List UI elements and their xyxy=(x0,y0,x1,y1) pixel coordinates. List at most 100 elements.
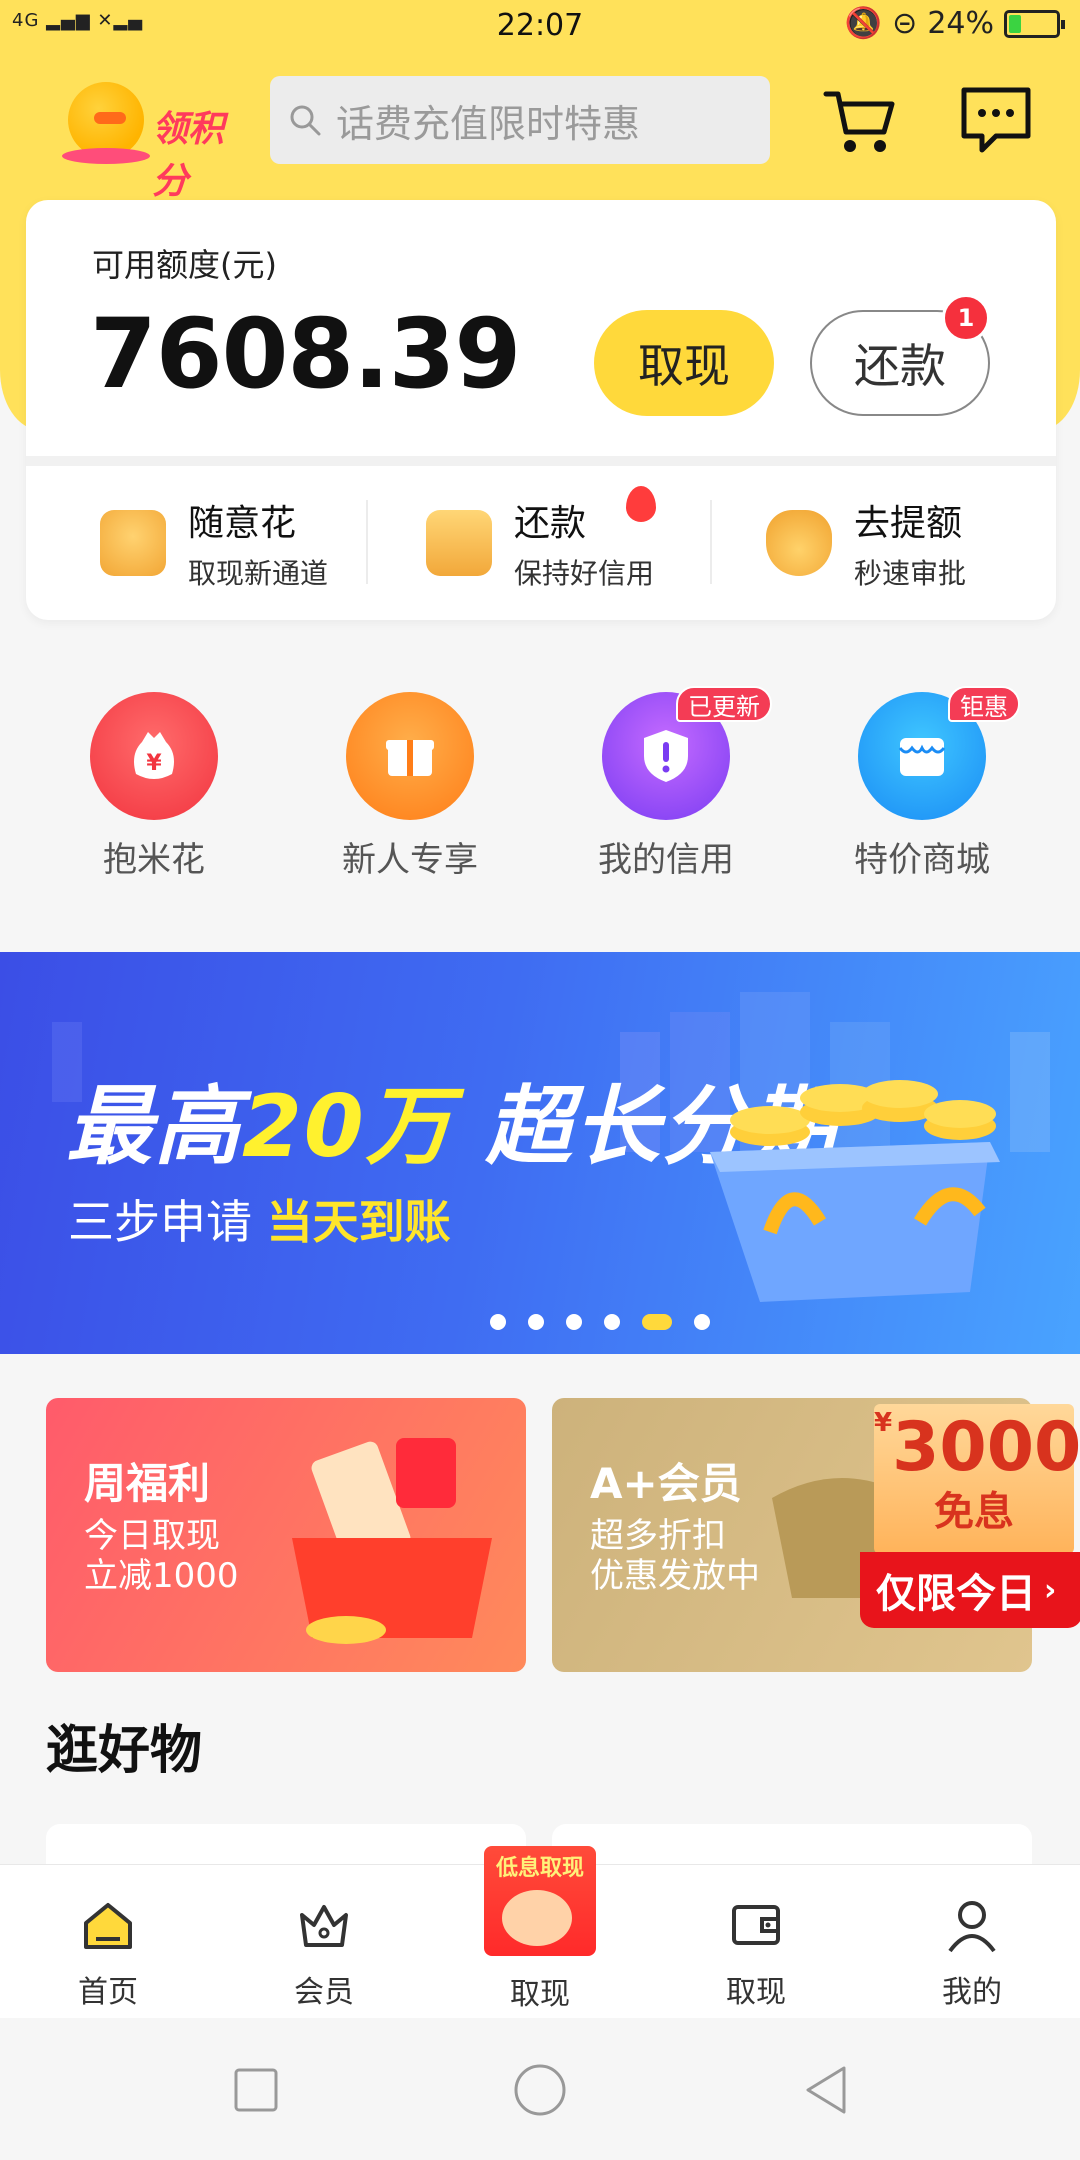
search-icon xyxy=(290,105,321,136)
low-interest-withdraw-promo[interactable]: 低息取现 xyxy=(484,1846,596,1956)
quick-action-subtitle: 取现新通道 xyxy=(188,557,329,590)
interest-free-floating-ad[interactable]: ¥3000 免息 仅限今日 › xyxy=(860,1404,1080,1634)
banner-title-highlight: 20万 xyxy=(242,1077,454,1177)
banner-subtitle: 三步申请 当天到账 xyxy=(68,1186,451,1252)
gold-coin-box-illustration xyxy=(710,1080,1000,1302)
feature-popcorn[interactable]: ¥ 抱米花 xyxy=(44,692,264,881)
battery-icon xyxy=(1004,9,1065,38)
tab-label: 会员 xyxy=(294,1975,354,2010)
tab-label: 首页 xyxy=(78,1975,138,2010)
lock-rotation-icon: ⊝ xyxy=(892,6,918,41)
tab-withdraw-center[interactable]: 取现 xyxy=(470,1961,610,2013)
page-dot[interactable] xyxy=(490,1314,506,1330)
banner-subtitle-highlight: 当天到账 xyxy=(266,1195,451,1249)
tab-label: 取现 xyxy=(510,1977,570,2012)
card-arrow-icon xyxy=(426,510,492,576)
ad-amount: ¥3000 xyxy=(874,1408,1080,1487)
promo-line: 立减1000 xyxy=(84,1556,239,1596)
user-icon xyxy=(948,1901,996,1953)
system-nav-bar xyxy=(0,2018,1080,2160)
promo-line: 优惠发放中 xyxy=(590,1556,760,1596)
mascot-icon xyxy=(502,1890,572,1946)
quick-action-raise-limit[interactable]: 去提额 秒速审批 xyxy=(766,468,966,618)
quick-action-flexible-spend[interactable]: 随意花 取现新通道 xyxy=(100,468,328,618)
page-dot[interactable] xyxy=(604,1314,620,1330)
home-icon xyxy=(84,1903,132,1949)
ad-amount-value: 3000 xyxy=(892,1408,1080,1487)
status-bar: 4G ▂▄▆ ✕▂▄ 22:07 🔕 ⊝ 24% xyxy=(0,0,1080,56)
home-button-icon[interactable] xyxy=(512,2062,568,2118)
search-placeholder: 话费充值限时特惠 xyxy=(336,101,641,146)
feature-mall[interactable]: 钜惠 特价商城 xyxy=(812,686,1032,881)
page-dot[interactable] xyxy=(566,1314,582,1330)
tab-withdraw[interactable]: 取现 xyxy=(686,1895,826,2011)
crown-icon xyxy=(300,1905,348,1947)
ad-currency: ¥ xyxy=(874,1408,893,1438)
loan-banner[interactable]: 最高20万 超长分期 三步申请 当天到账 xyxy=(0,952,1080,1354)
repay-badge: 1 xyxy=(942,294,990,342)
message-icon[interactable] xyxy=(956,82,1036,162)
feature-my-credit[interactable]: 已更新 我的信用 xyxy=(556,686,776,881)
ad-cta-label: 仅限今日 xyxy=(876,1571,1036,1617)
quick-action-subtitle: 秒速审批 xyxy=(854,557,967,590)
quick-action-repay[interactable]: 还款 保持好信用 xyxy=(426,468,654,618)
promo-desc: 超多折扣 优惠发放中 xyxy=(590,1516,760,1596)
gift-icon xyxy=(346,692,474,820)
cart-icon[interactable] xyxy=(820,82,900,162)
search-bar[interactable]: 话费充值限时特惠 xyxy=(270,76,770,164)
feature-label: 新人专享 xyxy=(342,840,478,880)
card-divider xyxy=(26,456,1056,466)
feature-newcomer[interactable]: 新人专享 xyxy=(300,692,520,881)
back-icon[interactable] xyxy=(798,2062,854,2118)
banner-title-prefix: 最高 xyxy=(66,1077,242,1177)
battery-percent: 24% xyxy=(927,6,994,41)
banner-subtitle-prefix: 三步申请 xyxy=(68,1195,252,1249)
available-credit-amount: 7608.39 xyxy=(90,298,521,410)
tab-mine[interactable]: 我的 xyxy=(902,1895,1042,2011)
money-bag-icon: ¥ xyxy=(90,692,218,820)
money-bag-icon xyxy=(766,510,832,576)
promo-line: 今日取现 xyxy=(84,1516,220,1556)
hand-coin-icon xyxy=(100,510,166,576)
quick-action-title: 随意花 xyxy=(188,503,297,544)
tab-label: 我的 xyxy=(942,1975,1002,2010)
hot-flame-icon xyxy=(626,486,656,522)
quick-divider xyxy=(366,500,368,584)
quick-action-subtitle: 保持好信用 xyxy=(514,557,655,590)
ad-text: 免息 xyxy=(934,1489,1014,1535)
discount-tag: 钜惠 xyxy=(948,686,1020,722)
svg-text:¥: ¥ xyxy=(146,751,162,776)
page-dot-active[interactable] xyxy=(642,1314,672,1330)
page-dot[interactable] xyxy=(694,1314,710,1330)
promo-line: 超多折扣 xyxy=(590,1516,726,1556)
chevron-right-icon: › xyxy=(1044,1572,1057,1608)
coupon-basket-illustration xyxy=(292,1438,492,1644)
feature-label: 特价商城 xyxy=(854,840,990,880)
quick-action-title: 去提额 xyxy=(854,503,963,544)
chick-mascot-icon xyxy=(62,82,150,164)
balance-card: 可用额度(元) 7608.39 取现 还款 1 随意花 取现新通道 还款 保持好… xyxy=(26,200,1056,620)
points-logo[interactable]: 领积分 xyxy=(62,82,248,202)
weekly-benefit-tile[interactable]: 周福利 今日取现 立减1000 xyxy=(46,1398,526,1672)
tab-home[interactable]: 首页 xyxy=(38,1895,178,2011)
tab-label: 取现 xyxy=(726,1975,786,2010)
banner-pagination xyxy=(0,1314,1080,1330)
interest-free-card: ¥3000 免息 xyxy=(874,1404,1080,1554)
updated-tag: 已更新 xyxy=(676,686,772,722)
feature-label: 抱米花 xyxy=(103,840,205,880)
ad-cta[interactable]: 仅限今日 › xyxy=(860,1552,1080,1628)
wallet-icon xyxy=(732,1905,780,1945)
available-credit-label: 可用额度(元) xyxy=(92,246,277,284)
tab-member[interactable]: 会员 xyxy=(254,1895,394,2011)
quick-divider xyxy=(710,500,712,584)
status-right: 🔕 ⊝ 24% xyxy=(844,6,1065,41)
page-dot[interactable] xyxy=(528,1314,544,1330)
withdraw-button[interactable]: 取现 xyxy=(594,310,774,416)
mute-icon: 🔕 xyxy=(844,6,883,41)
section-title: 逛好物 xyxy=(46,1721,203,1781)
promo-desc: 今日取现 立减1000 xyxy=(84,1516,239,1596)
promo-title: 周福利 xyxy=(84,1459,211,1508)
recent-apps-icon[interactable] xyxy=(228,2062,284,2118)
center-promo-label: 低息取现 xyxy=(495,1856,584,1881)
promo-title: A+会员 xyxy=(590,1459,742,1508)
